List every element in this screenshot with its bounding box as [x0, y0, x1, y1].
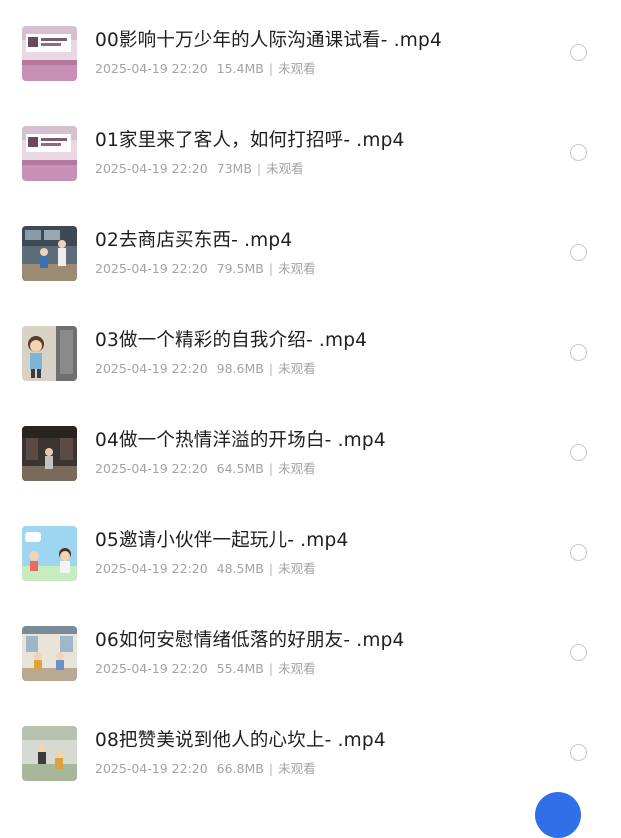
video-thumbnail-blue-sky-kids-icon: [22, 526, 77, 581]
file-meta: 2025-04-19 22:20 79.5MB | 未观看: [95, 261, 316, 277]
file-size: 66.8MB: [216, 761, 264, 776]
file-title[interactable]: 02去商店买东西- .mp4: [95, 229, 292, 253]
watch-status: 未观看: [278, 461, 316, 476]
file-meta: 2025-04-19 22:20 15.4MB | 未观看: [95, 61, 316, 77]
file-row[interactable]: 03做一个精彩的自我介绍- .mp4 2025-04-19 22:20 98.6M…: [0, 300, 621, 400]
watch-status: 未观看: [278, 361, 316, 376]
video-thumbnail[interactable]: [22, 226, 77, 281]
video-thumbnail[interactable]: [22, 326, 77, 381]
watch-status: 未观看: [278, 661, 316, 676]
file-date: 2025-04-19 22:20: [95, 561, 208, 576]
file-title[interactable]: 04做一个热情洋溢的开场白- .mp4: [95, 429, 386, 453]
file-title[interactable]: 03做一个精彩的自我介绍- .mp4: [95, 329, 367, 353]
file-meta: 2025-04-19 22:20 66.8MB | 未观看: [95, 761, 316, 777]
video-thumbnail-classroom-sign-icon: [22, 126, 77, 181]
watch-status: 未观看: [278, 761, 316, 776]
meta-separator: |: [256, 161, 262, 176]
video-thumbnail-classroom-sign-icon: [22, 26, 77, 81]
select-radio[interactable]: [570, 444, 587, 461]
file-date: 2025-04-19 22:20: [95, 261, 208, 276]
file-meta: 2025-04-19 22:20 73MB | 未观看: [95, 161, 304, 177]
watch-status: 未观看: [278, 261, 316, 276]
file-title[interactable]: 06如何安慰情绪低落的好朋友- .mp4: [95, 629, 405, 653]
meta-separator: |: [268, 661, 274, 676]
watch-status: 未观看: [278, 61, 316, 76]
file-date: 2025-04-19 22:20: [95, 361, 208, 376]
file-title[interactable]: 00影响十万少年的人际沟通课试看- .mp4: [95, 29, 442, 53]
video-thumbnail[interactable]: [22, 726, 77, 781]
file-row[interactable]: 08把赞美说到他人的心坎上- .mp4 2025-04-19 22:20 66.8…: [0, 700, 621, 800]
video-thumbnail-shop-scene-icon: [22, 226, 77, 281]
video-thumbnail[interactable]: [22, 26, 77, 81]
video-thumbnail[interactable]: [22, 126, 77, 181]
select-radio[interactable]: [570, 244, 587, 261]
video-file-list: 00影响十万少年的人际沟通课试看- .mp4 2025-04-19 22:20 1…: [0, 0, 621, 800]
video-thumbnail[interactable]: [22, 626, 77, 681]
meta-separator: |: [268, 561, 274, 576]
file-row[interactable]: 02去商店买东西- .mp4 2025-04-19 22:20 79.5MB | 未观…: [0, 200, 621, 300]
file-row[interactable]: 00影响十万少年的人际沟通课试看- .mp4 2025-04-19 22:20 1…: [0, 0, 621, 100]
video-thumbnail-classroom-icon: [22, 626, 77, 681]
select-radio[interactable]: [570, 44, 587, 61]
file-row[interactable]: 06如何安慰情绪低落的好朋友- .mp4 2025-04-19 22:20 55.…: [0, 600, 621, 700]
video-thumbnail[interactable]: [22, 426, 77, 481]
file-date: 2025-04-19 22:20: [95, 461, 208, 476]
video-thumbnail-dark-room-icon: [22, 426, 77, 481]
video-thumbnail-cartoon-child-icon: [22, 326, 77, 381]
file-size: 64.5MB: [216, 461, 264, 476]
watch-status: 未观看: [278, 561, 316, 576]
file-date: 2025-04-19 22:20: [95, 661, 208, 676]
file-row[interactable]: 04做一个热情洋溢的开场白- .mp4 2025-04-19 22:20 64.5…: [0, 400, 621, 500]
video-thumbnail-outdoor-kid-icon: [22, 726, 77, 781]
file-row[interactable]: 01家里来了客人，如何打招呼- .mp4 2025-04-19 22:20 73M…: [0, 100, 621, 200]
file-date: 2025-04-19 22:20: [95, 761, 208, 776]
file-size: 73MB: [216, 161, 252, 176]
select-radio[interactable]: [570, 744, 587, 761]
video-thumbnail[interactable]: [22, 526, 77, 581]
select-radio[interactable]: [570, 544, 587, 561]
file-row[interactable]: 05邀请小伙伴一起玩儿- .mp4 2025-04-19 22:20 48.5MB…: [0, 500, 621, 600]
file-date: 2025-04-19 22:20: [95, 61, 208, 76]
floating-action-button[interactable]: [535, 792, 581, 838]
meta-separator: |: [268, 61, 274, 76]
file-size: 48.5MB: [216, 561, 264, 576]
file-date: 2025-04-19 22:20: [95, 161, 208, 176]
file-size: 98.6MB: [216, 361, 264, 376]
meta-separator: |: [268, 461, 274, 476]
file-meta: 2025-04-19 22:20 98.6MB | 未观看: [95, 361, 316, 377]
file-title[interactable]: 05邀请小伙伴一起玩儿- .mp4: [95, 529, 348, 553]
meta-separator: |: [268, 761, 274, 776]
file-meta: 2025-04-19 22:20 55.4MB | 未观看: [95, 661, 316, 677]
watch-status: 未观看: [266, 161, 304, 176]
file-meta: 2025-04-19 22:20 48.5MB | 未观看: [95, 561, 316, 577]
select-radio[interactable]: [570, 344, 587, 361]
file-title[interactable]: 01家里来了客人，如何打招呼- .mp4: [95, 129, 405, 153]
file-size: 15.4MB: [216, 61, 264, 76]
select-radio[interactable]: [570, 144, 587, 161]
meta-separator: |: [268, 261, 274, 276]
meta-separator: |: [268, 361, 274, 376]
file-meta: 2025-04-19 22:20 64.5MB | 未观看: [95, 461, 316, 477]
file-size: 79.5MB: [216, 261, 264, 276]
file-size: 55.4MB: [216, 661, 264, 676]
file-title[interactable]: 08把赞美说到他人的心坎上- .mp4: [95, 729, 386, 753]
select-radio[interactable]: [570, 644, 587, 661]
